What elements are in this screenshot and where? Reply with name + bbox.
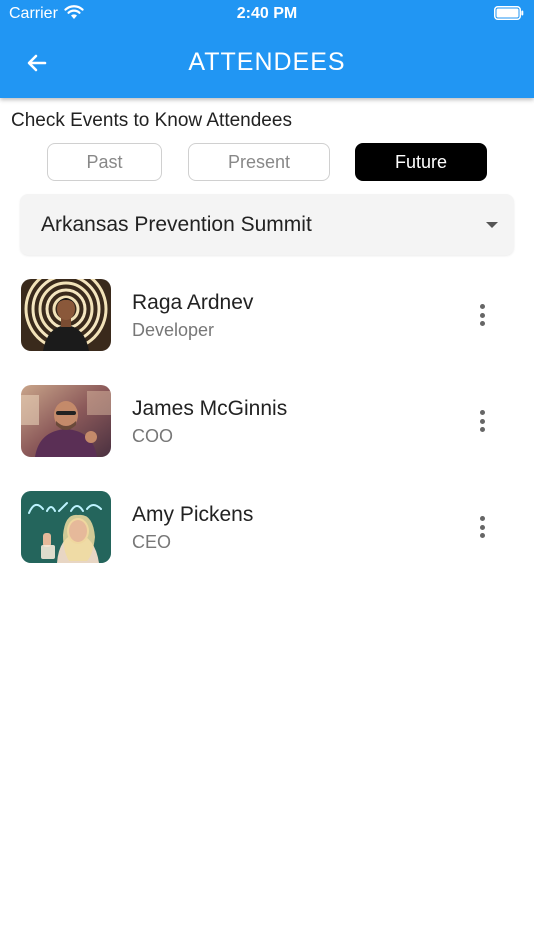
avatar: [21, 279, 111, 351]
battery-icon: [494, 6, 524, 20]
attendee-role: COO: [132, 426, 174, 446]
status-bar: Carrier 2:40 PM: [0, 0, 534, 28]
tab-future[interactable]: Future: [355, 143, 487, 181]
avatar: [21, 385, 111, 457]
tab-present[interactable]: Present: [188, 143, 330, 181]
more-vert-icon[interactable]: [470, 407, 494, 435]
more-vert-icon[interactable]: [470, 513, 494, 541]
app-bar: Carrier 2:40 PM ATTENDEES: [0, 0, 534, 98]
event-dropdown-value: Arkansas Prevention Summit: [41, 213, 312, 236]
event-dropdown[interactable]: Arkansas Prevention Summit: [20, 194, 514, 255]
more-vert-icon[interactable]: [470, 301, 494, 329]
attendee-list: Raga Ardnev Developer James McGinnis COO…: [0, 279, 534, 597]
avatar: [21, 491, 111, 563]
page-title: ATTENDEES: [188, 48, 346, 76]
attendee-name: Raga Ardnev: [132, 291, 254, 314]
list-item[interactable]: Raga Ardnev Developer: [0, 279, 534, 385]
tab-past[interactable]: Past: [47, 143, 162, 181]
list-item[interactable]: Amy Pickens CEO: [0, 491, 534, 597]
status-time: 2:40 PM: [236, 5, 298, 22]
attendee-role: Developer: [132, 320, 215, 340]
caret-down-icon: [486, 222, 498, 228]
attendee-role: CEO: [132, 532, 172, 552]
list-item[interactable]: James McGinnis COO: [0, 385, 534, 491]
section-subtitle: Check Events to Know Attendees: [11, 110, 292, 131]
attendee-name: Amy Pickens: [132, 503, 254, 526]
attendee-name: James McGinnis: [132, 397, 288, 420]
